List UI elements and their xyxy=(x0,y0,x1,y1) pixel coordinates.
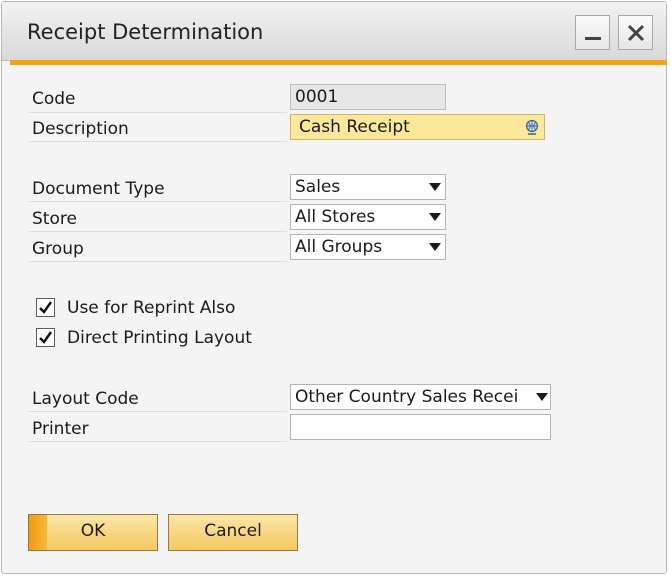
description-label: Description xyxy=(32,119,129,139)
receipt-determination-window: Receipt Determination Code 0001 Descript… xyxy=(1,1,667,574)
chevron-down-icon xyxy=(429,243,441,251)
store-dropdown[interactable]: All Stores xyxy=(290,204,446,230)
reprint-label: Use for Reprint Also xyxy=(67,298,236,318)
code-label: Code xyxy=(32,89,76,109)
document-type-value: Sales xyxy=(295,177,341,197)
divider xyxy=(29,441,287,442)
ok-accent-strip xyxy=(29,515,47,550)
chevron-down-icon xyxy=(536,393,548,401)
code-field: 0001 xyxy=(290,84,446,110)
cancel-button[interactable]: Cancel xyxy=(168,514,298,551)
chevron-down-icon xyxy=(429,213,441,221)
accent-bar xyxy=(10,60,666,65)
store-value: All Stores xyxy=(295,207,376,227)
divider xyxy=(29,112,287,113)
group-label: Group xyxy=(32,239,84,259)
divider xyxy=(29,411,287,412)
checkmark-icon xyxy=(39,331,52,344)
divider xyxy=(29,231,287,232)
globe-icon[interactable] xyxy=(524,119,540,135)
close-button[interactable] xyxy=(618,15,653,50)
description-field[interactable]: Cash Receipt xyxy=(290,114,545,140)
document-type-label: Document Type xyxy=(32,179,165,199)
direct-printing-label: Direct Printing Layout xyxy=(67,328,252,348)
code-value: 0001 xyxy=(295,87,339,107)
direct-printing-checkbox[interactable] xyxy=(36,328,55,347)
divider xyxy=(29,141,287,142)
ok-label: OK xyxy=(80,521,106,541)
reprint-checkbox[interactable] xyxy=(36,298,55,317)
group-value: All Groups xyxy=(295,237,383,257)
layout-code-label: Layout Code xyxy=(32,389,139,409)
title-bar[interactable]: Receipt Determination xyxy=(2,2,666,61)
group-dropdown[interactable]: All Groups xyxy=(290,234,446,260)
minimize-icon xyxy=(585,37,601,40)
chevron-down-icon xyxy=(429,183,441,191)
printer-input[interactable] xyxy=(290,414,551,440)
ok-button[interactable]: OK xyxy=(28,514,158,551)
document-type-dropdown[interactable]: Sales xyxy=(290,174,446,200)
minimize-button[interactable] xyxy=(575,15,610,50)
printer-label: Printer xyxy=(32,419,89,439)
checkmark-icon xyxy=(39,301,52,314)
store-label: Store xyxy=(32,209,77,229)
close-icon xyxy=(627,24,645,42)
divider xyxy=(29,261,287,262)
description-value: Cash Receipt xyxy=(299,117,410,137)
layout-code-value: Other Country Sales Recei xyxy=(295,387,519,407)
layout-code-dropdown[interactable]: Other Country Sales Recei xyxy=(290,384,551,410)
cancel-label: Cancel xyxy=(204,521,262,541)
divider xyxy=(29,201,287,202)
window-title: Receipt Determination xyxy=(27,20,264,44)
